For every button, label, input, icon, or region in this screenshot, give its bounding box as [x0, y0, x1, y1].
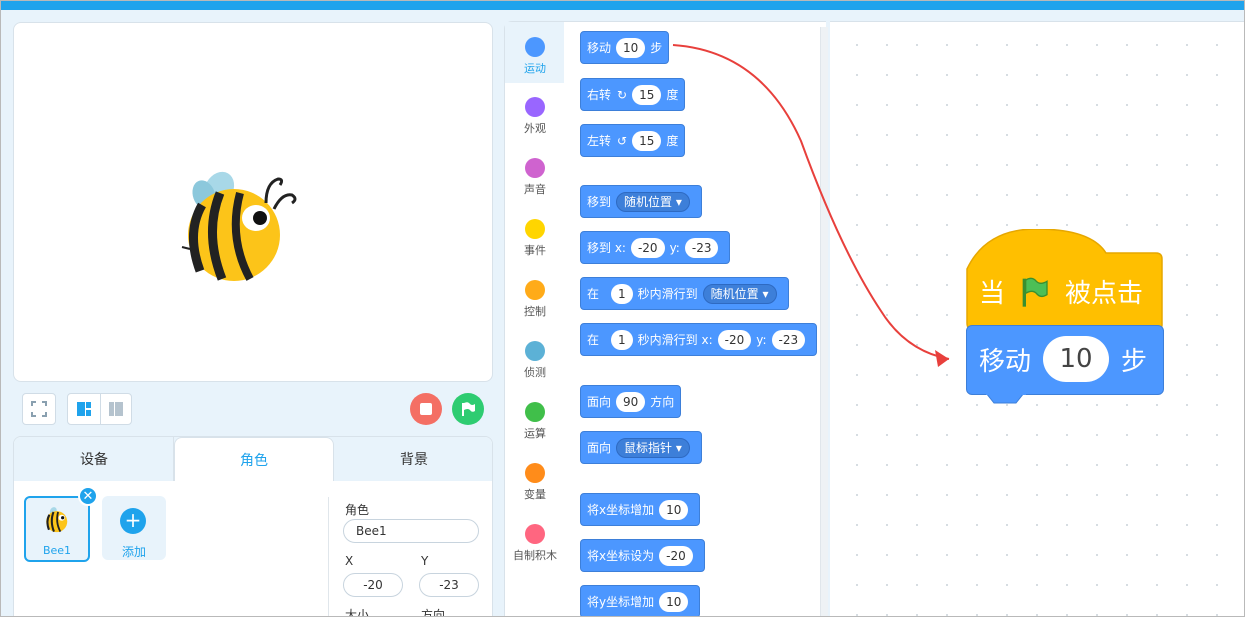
drag-arrow-annotation — [672, 44, 950, 367]
app-window: 设备 角色 背景 Bee1 ✕ + 添加 角色 Bee1 X Y -20 -23… — [0, 0, 1245, 617]
